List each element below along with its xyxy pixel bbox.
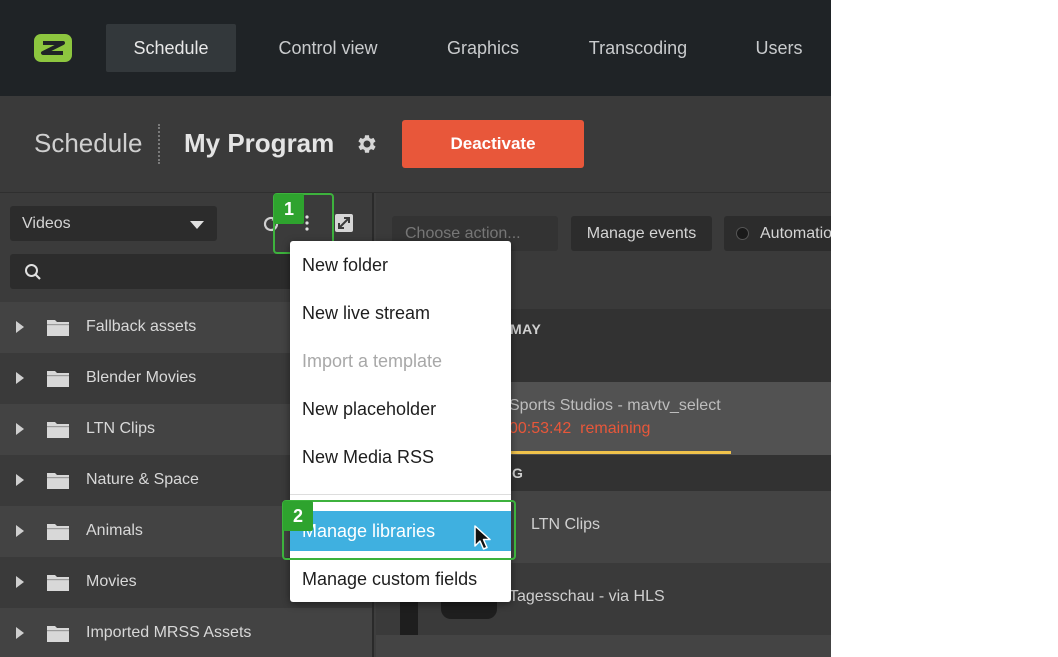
step-2-highlight bbox=[282, 500, 516, 560]
app-logo-icon[interactable] bbox=[34, 34, 72, 62]
menu-item-new-folder[interactable]: New folder bbox=[290, 245, 511, 285]
program-name: My Program bbox=[184, 128, 335, 158]
folder-label: Nature & Space bbox=[86, 471, 199, 488]
step-2-badge: 2 bbox=[283, 501, 313, 531]
caret-right-icon[interactable] bbox=[16, 627, 24, 639]
step-1-badge: 1 bbox=[274, 194, 304, 224]
menu-item-import-template: Import a template bbox=[302, 351, 443, 371]
folder-label: Blender Movies bbox=[86, 369, 197, 386]
current-event-title: Sports Studios - mavtv_select bbox=[509, 397, 721, 414]
automation-label: Automation bbox=[760, 225, 831, 242]
folder-icon bbox=[47, 626, 69, 642]
library-type-select[interactable]: Videos bbox=[10, 206, 217, 241]
folder-label: Fallback assets bbox=[86, 318, 197, 335]
nav-tab-transcoding[interactable]: Transcoding bbox=[570, 24, 706, 72]
folder-icon bbox=[47, 575, 69, 591]
current-event-remaining: 00:53:42 remaining bbox=[509, 420, 650, 438]
event-title: LTN Clips bbox=[531, 516, 601, 533]
nav-tab-graphics[interactable]: Graphics bbox=[428, 24, 538, 72]
menu-item-manage-custom-fields[interactable]: Manage custom fields bbox=[290, 559, 511, 599]
nav-tab-users[interactable]: Users bbox=[738, 24, 820, 72]
expand-icon[interactable] bbox=[334, 213, 354, 233]
folder-icon bbox=[47, 422, 69, 438]
header-divider bbox=[158, 124, 160, 164]
folder-row[interactable]: Imported MRSS Assets bbox=[0, 608, 372, 657]
app-window: Schedule Control view Graphics Transcodi… bbox=[0, 0, 831, 657]
status-dot-icon bbox=[736, 227, 749, 240]
manage-events-button[interactable]: Manage events bbox=[571, 216, 712, 251]
section-label: G bbox=[512, 465, 523, 481]
chevron-down-icon bbox=[190, 221, 204, 229]
library-search-input[interactable] bbox=[10, 254, 310, 289]
folder-label: Animals bbox=[86, 522, 143, 539]
search-icon bbox=[25, 264, 41, 280]
folder-icon bbox=[47, 473, 69, 489]
nav-tab-schedule[interactable]: Schedule bbox=[106, 24, 236, 72]
event-title: Tagesschau - via HLS bbox=[509, 588, 665, 605]
day-label: MAY bbox=[510, 321, 542, 337]
folder-icon bbox=[47, 524, 69, 540]
schedule-event-row[interactable] bbox=[376, 635, 831, 657]
menu-divider bbox=[290, 494, 511, 495]
automation-toggle[interactable]: Automation bbox=[724, 216, 831, 251]
caret-right-icon[interactable] bbox=[16, 321, 24, 333]
page-header: Schedule My Program Deactivate bbox=[0, 96, 831, 193]
deactivate-button[interactable]: Deactivate bbox=[402, 120, 584, 168]
folder-label: LTN Clips bbox=[86, 420, 156, 437]
caret-right-icon[interactable] bbox=[16, 372, 24, 384]
caret-right-icon[interactable] bbox=[16, 423, 24, 435]
nav-tab-control-view[interactable]: Control view bbox=[258, 24, 398, 72]
gear-icon[interactable] bbox=[354, 132, 378, 156]
section-title: Schedule bbox=[34, 128, 143, 158]
remaining-label: remaining bbox=[580, 420, 651, 437]
caret-right-icon[interactable] bbox=[16, 576, 24, 588]
folder-icon bbox=[47, 371, 69, 387]
folder-label: Movies bbox=[86, 573, 137, 590]
folder-icon bbox=[47, 320, 69, 336]
caret-right-icon[interactable] bbox=[16, 474, 24, 486]
menu-item-new-media-rss[interactable]: New Media RSS bbox=[290, 437, 511, 477]
menu-item-new-live-stream[interactable]: New live stream bbox=[290, 293, 511, 333]
menu-item-new-placeholder[interactable]: New placeholder bbox=[290, 389, 511, 429]
top-nav-bar: Schedule Control view Graphics Transcodi… bbox=[0, 0, 831, 96]
caret-right-icon[interactable] bbox=[16, 525, 24, 537]
folder-label: Imported MRSS Assets bbox=[86, 624, 252, 641]
library-type-value: Videos bbox=[22, 215, 71, 232]
remaining-time: 00:53:42 bbox=[509, 420, 572, 437]
